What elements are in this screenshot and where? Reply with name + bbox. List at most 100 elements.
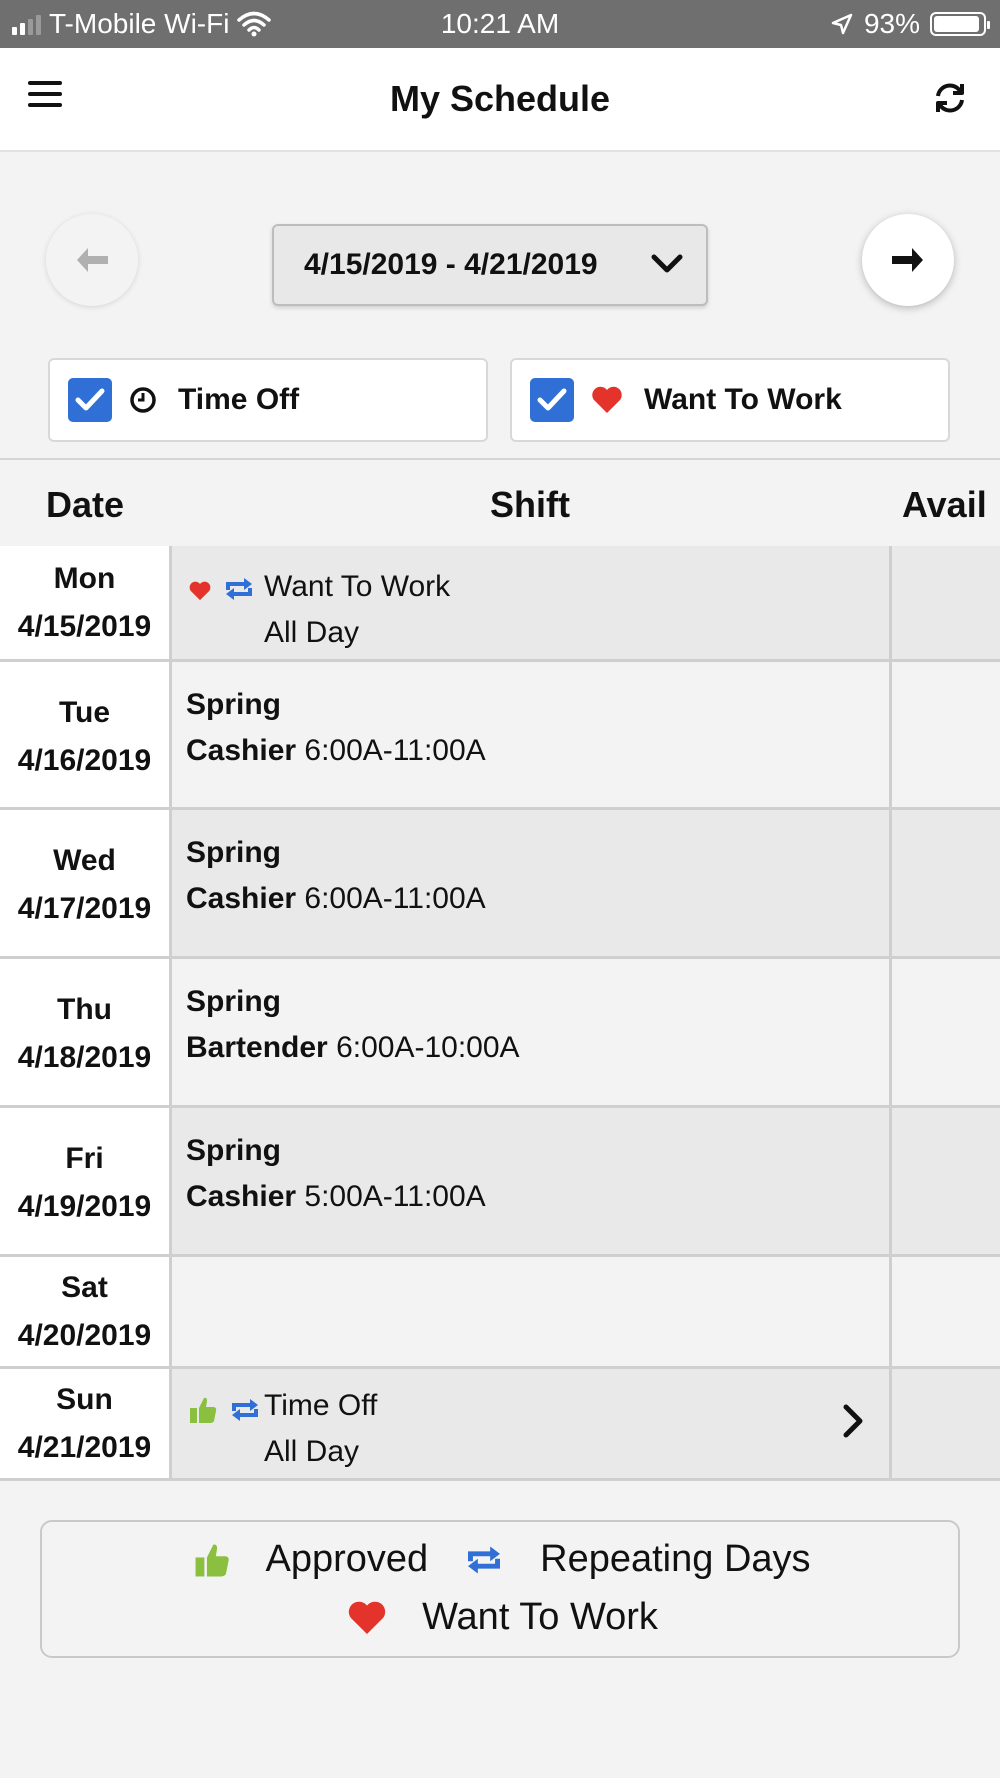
- battery-percent: 93%: [863, 8, 920, 39]
- day-of-week: Tue: [58, 696, 111, 729]
- schedule-table-header: Date Shift Avail: [0, 458, 1000, 551]
- date-cell: Thu 4/18/2019: [0, 959, 172, 1105]
- schedule-row-fri[interactable]: Fri 4/19/2019 Spring Cashier 5:00A-11:00…: [0, 1108, 1000, 1257]
- status-right: 93%: [830, 8, 990, 40]
- shift-location: Spring: [186, 985, 281, 1018]
- shift-time: 5:00A-11:00A: [304, 1180, 486, 1213]
- shift-details: Cashier 5:00A-11:00A: [186, 1180, 486, 1214]
- page-title: My Schedule: [389, 78, 611, 119]
- checkmark-icon: [537, 388, 567, 411]
- date-label: 4/19/2019: [17, 1190, 152, 1223]
- avail-cell: [892, 546, 1000, 659]
- date-cell: Fri 4/19/2019: [0, 1108, 172, 1254]
- schedule-row-tue[interactable]: Tue 4/16/2019 Spring Cashier 6:00A-11:00…: [0, 662, 1000, 810]
- battery-fill: [934, 16, 979, 32]
- avail-cell: [892, 810, 1000, 956]
- avail-column-header: Avail: [902, 484, 987, 525]
- date-cell: Wed 4/17/2019: [0, 810, 172, 956]
- shift-role: Cashier: [186, 1180, 297, 1213]
- date-label: 4/17/2019: [17, 892, 152, 925]
- repeat-icon: [232, 1399, 258, 1421]
- date-range-dropdown[interactable]: 4/15/2019 - 4/21/2019: [272, 224, 708, 306]
- shift-details: Cashier 6:00A-11:00A: [186, 882, 486, 916]
- avail-cell: [892, 662, 1000, 807]
- date-range-label: 4/15/2019 - 4/21/2019: [304, 248, 598, 281]
- schedule-row-sun[interactable]: Sun 4/21/2019 Time Off All Day: [0, 1369, 1000, 1481]
- date-cell: Mon 4/15/2019: [0, 546, 172, 659]
- heart-icon: [189, 581, 211, 601]
- want-to-work-filter-label: Want To Work: [644, 383, 842, 416]
- status-bar: T-Mobile Wi-Fi 10:21 AM 93%: [0, 0, 1000, 48]
- shift-cell: Spring Cashier 6:00A-11:00A: [172, 810, 892, 956]
- shift-details: Cashier 6:00A-11:00A: [186, 734, 486, 768]
- repeat-icon: [468, 1545, 501, 1574]
- shift-cell: Spring Bartender 6:00A-10:00A: [172, 959, 892, 1105]
- avail-cell: [892, 1369, 1000, 1478]
- schedule-row-mon[interactable]: Mon 4/15/2019 Want To Work All Day: [0, 546, 1000, 662]
- repeat-icon: [226, 578, 252, 600]
- shift-cell: [172, 1257, 892, 1366]
- shift-location: Spring: [186, 1134, 281, 1167]
- day-of-week: Thu: [57, 993, 112, 1026]
- all-day-label: All Day: [264, 1435, 360, 1468]
- all-day-label: All Day: [264, 616, 360, 649]
- chevron-down-icon: [651, 254, 683, 273]
- day-of-week: Wed: [53, 844, 116, 877]
- next-week-button[interactable]: [862, 214, 954, 306]
- shift-cell: Spring Cashier 5:00A-11:00A: [172, 1108, 892, 1254]
- heart-icon: [348, 1601, 386, 1634]
- legend-repeating: Repeating Days: [540, 1538, 811, 1580]
- day-of-week: Mon: [53, 562, 116, 595]
- shift-role: Cashier: [186, 734, 297, 767]
- shift-time: 6:00A-11:00A: [304, 734, 486, 767]
- battery-icon: [930, 12, 990, 36]
- schedule-row-wed[interactable]: Wed 4/17/2019 Spring Cashier 6:00A-11:00…: [0, 810, 1000, 959]
- previous-week-button[interactable]: [46, 214, 138, 306]
- date-label: 4/18/2019: [17, 1041, 152, 1074]
- clock-icon: [128, 385, 158, 415]
- date-cell: Sun 4/21/2019: [0, 1369, 172, 1478]
- legend: Approved Repeating Days Want To Work: [40, 1520, 960, 1658]
- want-to-work-title: Want To Work: [264, 570, 451, 603]
- time-off-filter[interactable]: Time Off: [48, 358, 488, 442]
- day-of-week: Sun: [56, 1383, 113, 1416]
- want-to-work-filter[interactable]: Want To Work: [510, 358, 950, 442]
- legend-line-1: Approved Repeating Days: [42, 1538, 962, 1581]
- shift-column-header: Shift: [490, 484, 570, 525]
- arrow-left-icon: [77, 248, 108, 272]
- legend-approved: Approved: [265, 1538, 429, 1580]
- shift-location: Spring: [186, 836, 281, 869]
- shift-cell: Time Off All Day: [172, 1369, 892, 1478]
- time-off-title: Time Off: [264, 1389, 378, 1422]
- date-label: 4/20/2019: [17, 1319, 152, 1352]
- heart-icon: [590, 385, 624, 415]
- shift-role: Bartender: [186, 1031, 328, 1064]
- schedule-row-thu[interactable]: Thu 4/18/2019 Spring Bartender 6:00A-10:…: [0, 959, 1000, 1108]
- date-label: 4/16/2019: [17, 744, 152, 777]
- legend-want-to-work: Want To Work: [422, 1596, 658, 1638]
- date-cell: Tue 4/16/2019: [0, 662, 172, 807]
- date-label: 4/15/2019: [17, 610, 152, 643]
- shift-cell: Spring Cashier 6:00A-11:00A: [172, 662, 892, 807]
- shift-time: 6:00A-10:00A: [336, 1031, 520, 1064]
- want-to-work-checkbox[interactable]: [530, 378, 574, 422]
- date-column-header: Date: [46, 484, 125, 525]
- location-icon: [831, 13, 853, 35]
- shift-cell: Want To Work All Day: [172, 546, 892, 659]
- shift-location: Spring: [186, 688, 281, 721]
- schedule-row-sat[interactable]: Sat 4/20/2019: [0, 1257, 1000, 1369]
- legend-line-2: Want To Work: [42, 1596, 962, 1639]
- time-off-filter-label: Time Off: [178, 383, 300, 416]
- shift-details: Bartender 6:00A-10:00A: [186, 1031, 520, 1065]
- arrow-right-icon: [892, 248, 923, 272]
- avail-cell: [892, 1108, 1000, 1254]
- date-label: 4/21/2019: [17, 1431, 152, 1464]
- day-of-week: Sat: [61, 1271, 108, 1304]
- chevron-right-icon[interactable]: [841, 1403, 865, 1439]
- shift-time: 6:00A-11:00A: [304, 882, 486, 915]
- shift-role: Cashier: [186, 882, 297, 915]
- refresh-icon[interactable]: [928, 76, 972, 120]
- time-off-checkbox[interactable]: [68, 378, 112, 422]
- avail-cell: [892, 959, 1000, 1105]
- thumbs-up-icon: [190, 1397, 217, 1423]
